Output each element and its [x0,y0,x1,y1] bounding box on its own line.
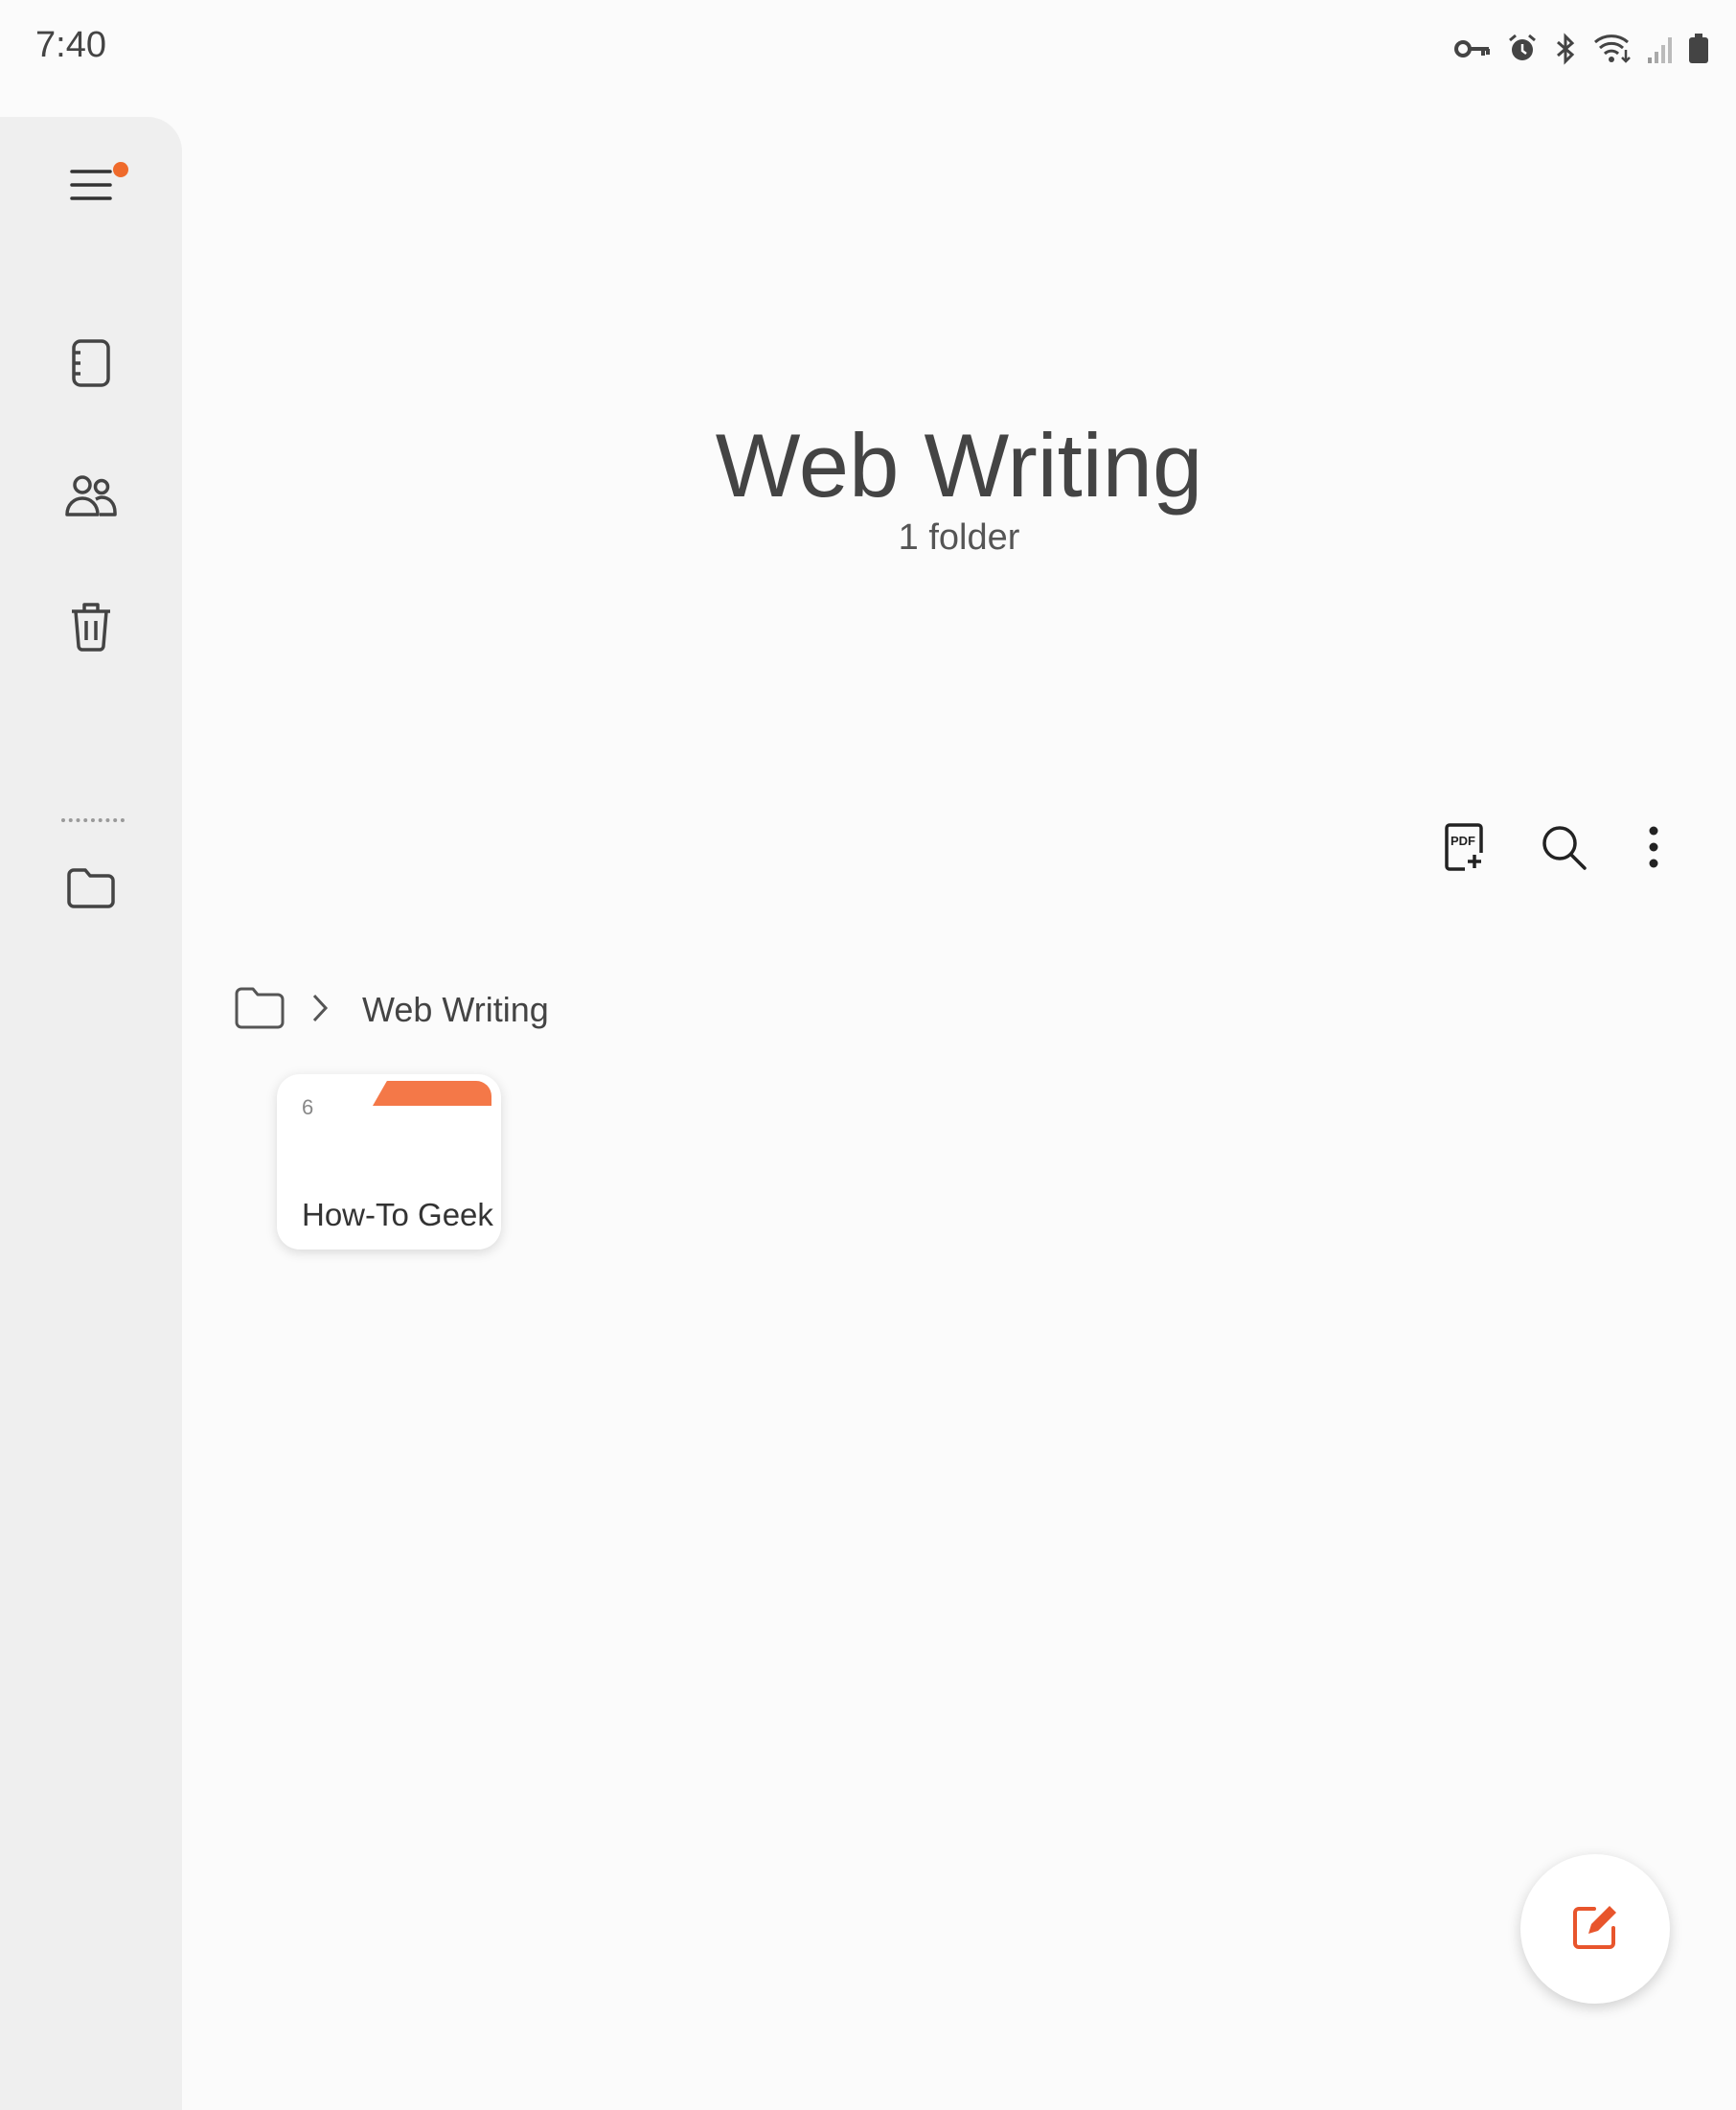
chevron-right-icon [310,993,330,1028]
menu-icon [70,166,112,209]
trash-icon [69,600,113,656]
folder-color-tab [373,1081,491,1106]
folder-note-count: 6 [302,1095,314,1119]
import-pdf-button[interactable]: PDF [1429,814,1498,883]
bluetooth-icon [1552,33,1579,65]
shared-notebooks-icon [64,472,118,523]
svg-text:PDF: PDF [1450,834,1475,848]
alarm-icon [1506,33,1539,65]
breadcrumb-root-folder[interactable] [234,986,286,1035]
breadcrumb: Web Writing [234,981,549,1039]
compose-note-icon [1569,1901,1621,1958]
folder-icon [234,987,286,1034]
rail-divider [61,818,125,822]
menu-button[interactable] [43,144,139,230]
notes-icon [70,338,112,393]
trash-button[interactable] [43,585,139,671]
notification-badge [113,162,128,177]
folder-name: How-To Geek [302,1197,493,1232]
search-button[interactable] [1529,814,1598,883]
signal-icon [1646,33,1675,65]
all-notes-button[interactable] [43,322,139,408]
folder-icon [66,867,116,914]
vpn-key-icon [1454,37,1493,60]
folders-button[interactable] [43,847,139,933]
shared-notebooks-button[interactable] [43,454,139,540]
pdf-import-icon: PDF [1443,822,1485,876]
breadcrumb-current: Web Writing [362,990,549,1029]
status-icons [1454,33,1709,65]
navigation-rail [0,117,182,2110]
more-options-icon [1648,826,1659,873]
more-options-button[interactable] [1619,814,1688,883]
search-icon [1540,823,1588,876]
page-title: Web Writing [715,415,1203,516]
folder-count-subtitle: 1 folder [898,517,1020,558]
status-time: 7:40 [35,25,106,65]
compose-note-button[interactable] [1520,1854,1670,2004]
folder-card[interactable]: 6 How-To Geek [277,1074,501,1250]
status-bar: 7:40 [0,0,1736,105]
battery-icon [1688,33,1709,65]
wifi-icon [1592,33,1633,65]
